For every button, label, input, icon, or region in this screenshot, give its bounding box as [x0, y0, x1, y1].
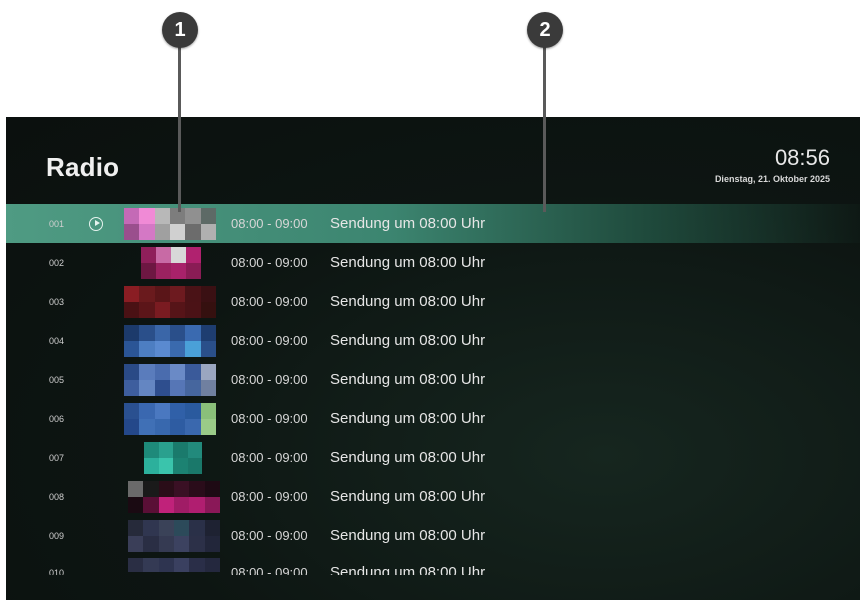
play-circle-icon: [89, 216, 103, 231]
channel-row[interactable]: 003 08:00 - 09:00 Sendung um 08:00 Uhr: [6, 282, 860, 321]
channel-logo: [128, 558, 220, 572]
channel-logo: [124, 207, 216, 240]
channel-logo: [124, 363, 216, 396]
clock: 08:56: [774, 145, 830, 170]
channel-row[interactable]: 004 08:00 - 09:00 Sendung um 08:00 Uhr: [6, 321, 860, 360]
channel-number: 009: [49, 530, 65, 541]
time-range: 08:00 - 09:00: [231, 565, 308, 575]
radio-screen: Radio 08:56 Dienstag, 21. Oktober 2025 0…: [6, 117, 860, 600]
callout-marker-1: 1: [162, 12, 198, 48]
channel-row[interactable]: 001 08:00 - 09:00 Sendung um 08:00 Uhr: [6, 204, 860, 243]
program-title: Sendung um 08:00 Uhr: [330, 215, 486, 232]
channel-number: 005: [49, 374, 65, 385]
program-title: Sendung um 08:00 Uhr: [330, 332, 486, 349]
channel-number: 007: [49, 452, 65, 463]
page-title: Radio: [46, 152, 120, 182]
program-title: Sendung um 08:00 Uhr: [330, 371, 486, 388]
channel-row[interactable]: 005 08:00 - 09:00 Sendung um 08:00 Uhr: [6, 360, 860, 399]
channel-number: 004: [49, 335, 65, 346]
time-range: 08:00 - 09:00: [231, 489, 308, 504]
time-range: 08:00 - 09:00: [231, 411, 308, 426]
program-title: Sendung um 08:00 Uhr: [330, 410, 486, 427]
channel-logo: [141, 246, 201, 279]
program-title: Sendung um 08:00 Uhr: [330, 564, 486, 575]
channel-list: 001 08:00 - 09:00 Sendung um 08:00 Uhr 0…: [6, 204, 860, 575]
callout-line-1: [178, 46, 181, 212]
channel-row[interactable]: 010 08:00 - 09:00 Sendung um 08:00 Uhr: [6, 555, 860, 575]
program-title: Sendung um 08:00 Uhr: [330, 488, 486, 505]
channel-row[interactable]: 008 08:00 - 09:00 Sendung um 08:00 Uhr: [6, 477, 860, 516]
time-range: 08:00 - 09:00: [231, 255, 308, 270]
program-title: Sendung um 08:00 Uhr: [330, 527, 486, 544]
time-range: 08:00 - 09:00: [231, 216, 308, 231]
channel-number: 003: [49, 296, 65, 307]
time-range: 08:00 - 09:00: [231, 372, 308, 387]
program-title: Sendung um 08:00 Uhr: [330, 254, 486, 271]
time-range: 08:00 - 09:00: [231, 294, 308, 309]
channel-row[interactable]: 002 08:00 - 09:00 Sendung um 08:00 Uhr: [6, 243, 860, 282]
channel-logo: [128, 519, 220, 552]
channel-logo: [124, 324, 216, 357]
channel-number: 001: [49, 218, 65, 229]
channel-row[interactable]: 009 08:00 - 09:00 Sendung um 08:00 Uhr: [6, 516, 860, 555]
channel-number: 008: [49, 491, 65, 502]
time-range: 08:00 - 09:00: [231, 528, 308, 543]
channel-logo: [124, 285, 216, 318]
channel-row[interactable]: 007 08:00 - 09:00 Sendung um 08:00 Uhr: [6, 438, 860, 477]
channel-row[interactable]: 006 08:00 - 09:00 Sendung um 08:00 Uhr: [6, 399, 860, 438]
channel-logo: [144, 441, 202, 474]
date-label: Dienstag, 21. Oktober 2025: [714, 174, 830, 184]
program-title: Sendung um 08:00 Uhr: [330, 293, 486, 310]
channel-logo: [128, 480, 220, 513]
callout-marker-2: 2: [527, 12, 563, 48]
callout-line-2: [543, 46, 546, 212]
channel-logo: [124, 402, 216, 435]
time-range: 08:00 - 09:00: [231, 333, 308, 348]
channel-number: 002: [49, 257, 65, 268]
time-range: 08:00 - 09:00: [231, 450, 308, 465]
channel-number: 006: [49, 413, 65, 424]
channel-number: 010: [49, 568, 65, 575]
program-title: Sendung um 08:00 Uhr: [330, 449, 486, 466]
